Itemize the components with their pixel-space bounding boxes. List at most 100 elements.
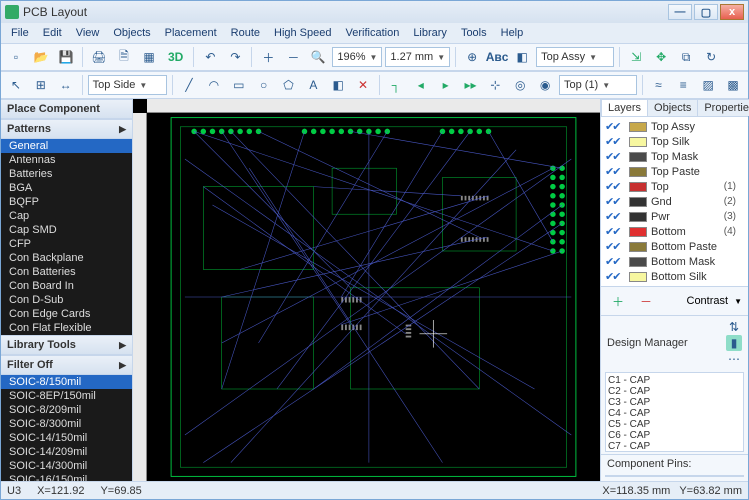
footprint-item[interactable]: SOIC-14/150mil [1,431,132,445]
pad-icon[interactable]: ◉ [534,74,556,96]
layer-row[interactable]: ✔✔Pwr(3) [603,209,746,224]
filter-off-header[interactable]: Filter Off▶ [1,355,132,375]
library-tools-header[interactable]: Library Tools▶ [1,335,132,355]
layer-color-swatch[interactable] [629,242,647,252]
layer-visible-icon[interactable]: ✔✔ [605,165,625,178]
circle-icon[interactable]: ○ [253,74,275,96]
layer-row[interactable]: ✔✔Top(1) [603,179,746,194]
zoom-out-icon[interactable]: － [282,46,304,68]
footprint-item[interactable]: SOIC-8EP/150mil [1,389,132,403]
menu-route[interactable]: Route [225,25,266,41]
tab-properties[interactable]: Properties [697,99,749,116]
step-fwd-icon[interactable]: ▸▸ [460,74,482,96]
package-item[interactable]: Con Backplane [1,251,132,265]
grid-combo[interactable]: 1.27 mm▼ [385,47,450,67]
route-layer-combo[interactable]: Top (1)▼ [559,75,637,95]
text2-icon[interactable]: A [302,74,324,96]
layer-row[interactable]: ✔✔Top Paste [603,164,746,179]
copper-icon[interactable]: ▨ [697,74,719,96]
zoom-fit-icon[interactable]: 🔍 [307,46,329,68]
menu-tools[interactable]: Tools [455,25,493,41]
preview-icon[interactable]: 🗎 [113,46,135,68]
package-item[interactable]: Con D-Sub [1,293,132,307]
layer-color-swatch[interactable] [629,122,647,132]
layer-icon[interactable]: ◧ [511,46,533,68]
layer-visible-icon[interactable]: ✔✔ [605,120,625,133]
layer-row[interactable]: ✔✔Top Mask [603,149,746,164]
zoom-in-icon[interactable]: ＋ [257,46,279,68]
minimize-button[interactable]: — [668,4,692,20]
component-item[interactable]: C5 - CAP [608,419,741,430]
menu-help[interactable]: Help [495,25,530,41]
hpair-icon[interactable]: ≈ [648,74,670,96]
footprint-item[interactable]: SOIC-16/150mil [1,473,132,481]
play-icon[interactable]: ▸ [435,74,457,96]
layer-visible-icon[interactable]: ✔✔ [605,195,625,208]
line-icon[interactable]: ╱ [178,74,200,96]
menu-verification[interactable]: Verification [340,25,406,41]
layer-row[interactable]: ✔✔Gnd(2) [603,194,746,209]
arc-icon[interactable]: ◠ [203,74,225,96]
layer-view-combo[interactable]: Top Assy▼ [536,47,614,67]
footprint-item[interactable]: SOIC-14/209mil [1,445,132,459]
keepout-icon[interactable]: ▩ [722,74,744,96]
layer-row[interactable]: ✔✔Bottom Silk [603,269,746,284]
layer-visible-icon[interactable]: ✔✔ [605,180,625,193]
origin-icon[interactable]: ⊕ [461,46,483,68]
tab-layers[interactable]: Layers [601,99,648,116]
save-icon[interactable]: 💾 [55,46,77,68]
patterns-header[interactable]: Patterns▶ [1,119,132,139]
tab-objects[interactable]: Objects [647,99,698,116]
layer-row[interactable]: ✔✔Top Silk [603,134,746,149]
layer-color-swatch[interactable] [629,227,647,237]
layer-row[interactable]: ✔✔Bottom Paste [603,239,746,254]
side-combo[interactable]: Top Side▼ [88,75,168,95]
menu-view[interactable]: View [70,25,106,41]
pan-icon[interactable]: ⊞ [30,74,52,96]
layer-list[interactable]: ✔✔Top Assy✔✔Top Silk✔✔Top Mask✔✔Top Past… [601,117,748,286]
text-icon[interactable]: Aʙᴄ [486,46,508,68]
footprint-item[interactable]: SOIC-8/300mil [1,417,132,431]
dm-sort-icon[interactable]: ⇅ [726,319,742,335]
menu-library[interactable]: Library [407,25,453,41]
menu-objects[interactable]: Objects [107,25,156,41]
menu-file[interactable]: File [5,25,35,41]
package-item[interactable]: Con Board In [1,279,132,293]
menu-placement[interactable]: Placement [159,25,223,41]
package-list[interactable]: General Antennas Batteries BGA BQFP Cap … [1,139,132,335]
package-item[interactable]: Con Batteries [1,265,132,279]
component-pins-box[interactable] [605,475,744,477]
package-item[interactable]: Con Edge Cards [1,307,132,321]
route-icon[interactable]: ┐ [385,74,407,96]
place-component-header[interactable]: Place Component [1,99,132,119]
renew-icon[interactable]: ↻ [700,46,722,68]
layer-color-swatch[interactable] [629,212,647,222]
layer-color-swatch[interactable] [629,152,647,162]
component-list[interactable]: C1 - CAPC2 - CAPC3 - CAPC4 - CAPC5 - CAP… [605,372,744,452]
footprint-item-selected[interactable]: SOIC-8/150mil [1,375,132,389]
maximize-button[interactable]: ▢ [694,4,718,20]
zoom-combo[interactable]: 196%▼ [332,47,382,67]
drc-icon[interactable]: ⇲ [625,46,647,68]
add-layer-icon[interactable]: ＋ [607,290,629,312]
layer-row[interactable]: ✔✔Bottom(4) [603,224,746,239]
delete-icon[interactable]: ✕ [352,74,374,96]
package-item[interactable]: Antennas [1,153,132,167]
layer-color-swatch[interactable] [629,272,647,282]
layer-color-swatch[interactable] [629,197,647,207]
poly-icon[interactable]: ⬠ [278,74,300,96]
footprint-item[interactable]: SOIC-8/209mil [1,403,132,417]
print-icon[interactable]: 🖨 [88,46,110,68]
compare-icon[interactable]: ⧉ [675,46,697,68]
layer-visible-icon[interactable]: ✔✔ [605,225,625,238]
layer-visible-icon[interactable]: ✔✔ [605,255,625,268]
shape-icon[interactable]: ◧ [327,74,349,96]
busroute-icon[interactable]: ≡ [672,74,694,96]
component-item[interactable]: C7 - CAP [608,441,741,452]
fanout-icon[interactable]: ⊹ [484,74,506,96]
remove-layer-icon[interactable]: － [635,290,657,312]
3d-button[interactable]: 3D [163,46,188,68]
dm-filter-icon[interactable]: ▮ [726,335,742,351]
dm-close-icon[interactable]: ⋯ [726,351,742,367]
layer-row[interactable]: ✔✔Bottom Mask [603,254,746,269]
